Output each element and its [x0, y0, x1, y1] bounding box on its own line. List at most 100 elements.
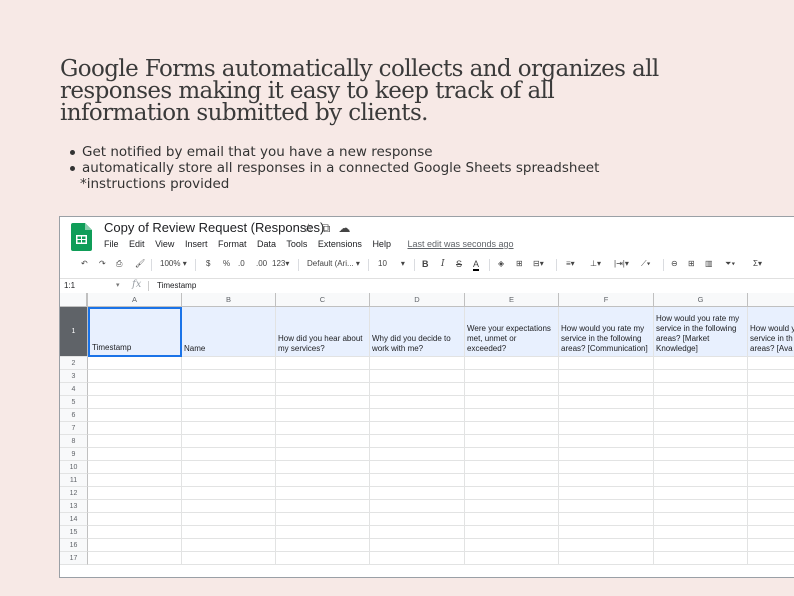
grid-cell[interactable] — [748, 422, 794, 435]
grid-cell[interactable] — [182, 448, 276, 461]
column-header-e[interactable]: E — [465, 293, 559, 307]
grid-cell[interactable] — [182, 383, 276, 396]
row-header[interactable]: 13 — [60, 500, 88, 513]
grid-cell[interactable] — [654, 474, 748, 487]
italic-button[interactable]: I — [441, 259, 445, 269]
name-box[interactable]: 1:1 — [64, 281, 75, 290]
vertical-align-icon[interactable]: ⊥▾ — [590, 259, 601, 268]
filter-icon[interactable]: ⏷▾ — [725, 259, 735, 269]
grid-cell[interactable] — [182, 422, 276, 435]
grid-cell[interactable] — [370, 409, 465, 422]
row-header[interactable]: 15 — [60, 526, 88, 539]
percent-format-button[interactable]: % — [223, 259, 230, 268]
font-family-select[interactable]: Default (Ari... ▾ — [307, 259, 360, 268]
menu-data[interactable]: Data — [257, 239, 276, 249]
grid-cell[interactable] — [654, 396, 748, 409]
grid-cell[interactable] — [88, 539, 182, 552]
grid-cell[interactable] — [748, 526, 794, 539]
menu-edit[interactable]: Edit — [129, 239, 145, 249]
header-cell-market-knowledge[interactable]: How would you rate my service in the fol… — [654, 307, 748, 357]
redo-icon[interactable]: ↷ — [99, 259, 106, 268]
grid-cell[interactable] — [182, 513, 276, 526]
grid-cell[interactable] — [88, 461, 182, 474]
grid-cell[interactable] — [559, 422, 654, 435]
column-header-g[interactable]: G — [654, 293, 748, 307]
header-cell-availability[interactable]: How would y service in th areas? [Ava — [748, 307, 794, 357]
folder-move-icon[interactable]: ⧉ — [322, 221, 331, 235]
grid-cell[interactable] — [748, 487, 794, 500]
grid-cell[interactable] — [748, 461, 794, 474]
grid-cell[interactable] — [465, 552, 559, 565]
grid-cell[interactable] — [654, 487, 748, 500]
grid-cell[interactable] — [465, 461, 559, 474]
grid-cell[interactable] — [276, 383, 370, 396]
grid-cell[interactable] — [654, 435, 748, 448]
grid-cell[interactable] — [465, 500, 559, 513]
grid-cell[interactable] — [465, 513, 559, 526]
grid-cell[interactable] — [370, 487, 465, 500]
grid-cell[interactable] — [88, 513, 182, 526]
grid-cell[interactable] — [748, 383, 794, 396]
insert-comment-icon[interactable]: ⊞ — [688, 259, 695, 268]
grid-cell[interactable] — [654, 370, 748, 383]
grid-cell[interactable] — [276, 357, 370, 370]
grid-cell[interactable] — [370, 357, 465, 370]
grid-cell[interactable] — [182, 526, 276, 539]
grid-cell[interactable] — [88, 396, 182, 409]
menu-extensions[interactable]: Extensions — [318, 239, 362, 249]
row-header[interactable]: 5 — [60, 396, 88, 409]
document-title[interactable]: Copy of Review Request (Responses) — [104, 220, 324, 235]
grid-cell[interactable] — [276, 396, 370, 409]
formula-input[interactable]: Timestamp — [157, 281, 196, 290]
grid-cell[interactable] — [276, 513, 370, 526]
increase-decimal-button[interactable]: .00 — [256, 259, 267, 268]
menu-file[interactable]: File — [104, 239, 119, 249]
currency-format-button[interactable]: $ — [206, 259, 210, 268]
grid-cell[interactable] — [370, 422, 465, 435]
horizontal-align-icon[interactable]: ≡▾ — [566, 259, 575, 268]
grid-cell[interactable] — [88, 435, 182, 448]
fill-color-icon[interactable]: ◈ — [498, 259, 504, 268]
grid-cell[interactable] — [276, 487, 370, 500]
text-rotation-icon[interactable]: ⟋▾ — [641, 259, 651, 269]
grid-cell[interactable] — [748, 539, 794, 552]
grid-cell[interactable] — [182, 435, 276, 448]
grid-cell[interactable] — [748, 409, 794, 422]
grid-cell[interactable] — [654, 357, 748, 370]
functions-icon[interactable]: Σ▾ — [753, 259, 762, 268]
header-cell-communication[interactable]: How would you rate my service in the fol… — [559, 307, 654, 357]
column-header-h[interactable] — [748, 293, 794, 307]
grid-cell[interactable] — [654, 513, 748, 526]
header-cell-why-decide[interactable]: Why did you decide to work with me? — [370, 307, 465, 357]
strikethrough-button[interactable]: S — [456, 259, 462, 269]
select-all-corner[interactable] — [60, 293, 88, 307]
grid-cell[interactable] — [182, 370, 276, 383]
grid-cell[interactable] — [182, 539, 276, 552]
grid-cell[interactable] — [654, 500, 748, 513]
decrease-decimal-button[interactable]: .0 — [238, 259, 245, 268]
sheets-logo-icon[interactable] — [71, 223, 92, 251]
grid-cell[interactable] — [370, 461, 465, 474]
grid-cell[interactable] — [276, 435, 370, 448]
grid-cell[interactable] — [370, 539, 465, 552]
grid-cell[interactable] — [465, 539, 559, 552]
text-color-button[interactable]: A — [473, 259, 480, 271]
grid-cell[interactable] — [88, 500, 182, 513]
row-header[interactable]: 14 — [60, 513, 88, 526]
grid-cell[interactable] — [559, 487, 654, 500]
grid-cell[interactable] — [276, 500, 370, 513]
row-header[interactable]: 1 — [60, 307, 88, 357]
grid-cell[interactable] — [370, 526, 465, 539]
grid-cell[interactable] — [88, 552, 182, 565]
row-header[interactable]: 8 — [60, 435, 88, 448]
grid-cell[interactable] — [465, 396, 559, 409]
grid-cell[interactable] — [88, 409, 182, 422]
merge-cells-icon[interactable]: ⊟▾ — [533, 259, 544, 268]
grid-cell[interactable] — [182, 487, 276, 500]
grid-cell[interactable] — [559, 370, 654, 383]
grid-cell[interactable] — [276, 409, 370, 422]
grid-cell[interactable] — [559, 357, 654, 370]
grid-cell[interactable] — [465, 448, 559, 461]
grid-cell[interactable] — [748, 396, 794, 409]
row-header[interactable]: 17 — [60, 552, 88, 565]
